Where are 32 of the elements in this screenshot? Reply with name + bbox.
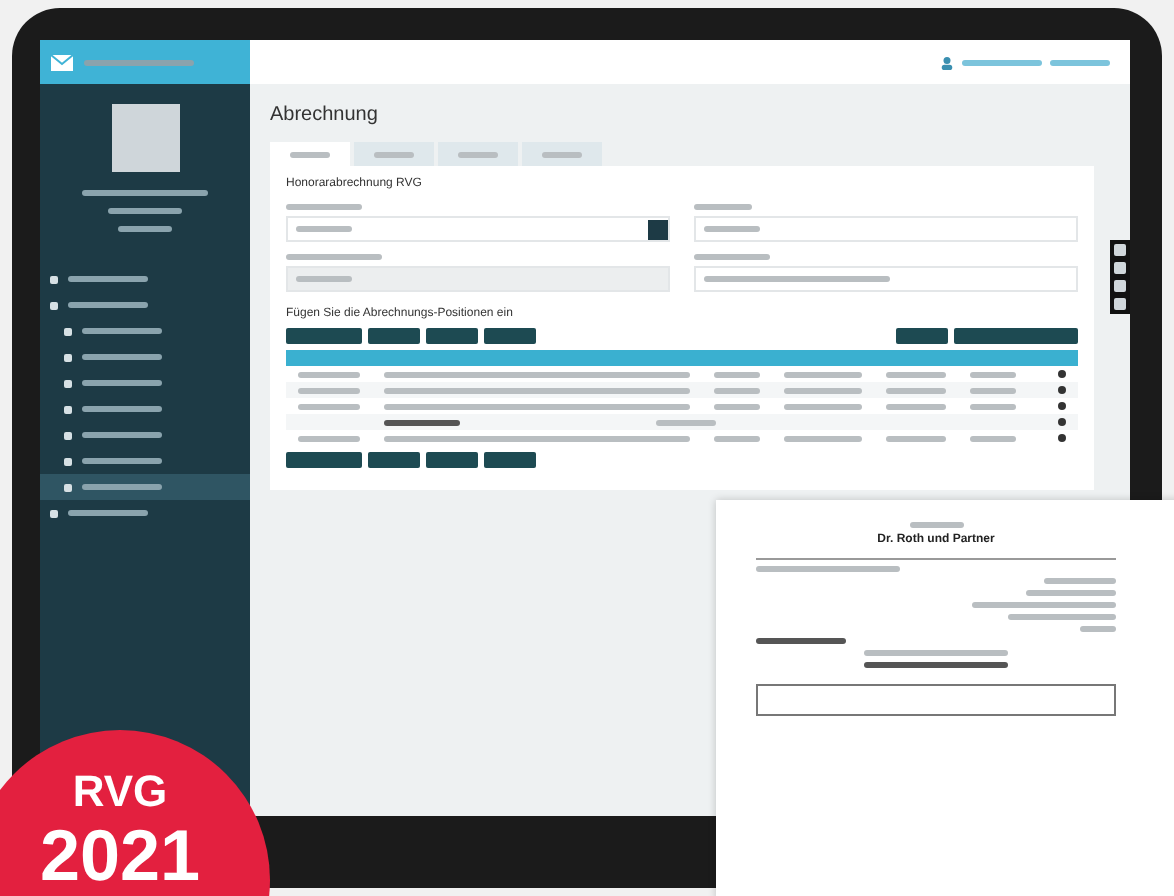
- input-field[interactable]: [286, 216, 670, 242]
- blurred-text: [756, 566, 900, 572]
- blurred-text: [864, 662, 1008, 668]
- avatar-photo-placeholder: [111, 104, 179, 172]
- input-field[interactable]: [286, 266, 670, 292]
- blurred-logo-text: [84, 59, 194, 65]
- dropdown-field[interactable]: [694, 266, 1078, 292]
- blurred-label: [286, 204, 363, 210]
- blurred-text: [1044, 578, 1116, 584]
- blurred-label: [286, 254, 382, 260]
- blurred-text: [108, 208, 182, 214]
- blurred-label: [694, 204, 752, 210]
- blurred-text: [972, 602, 1116, 608]
- input-field[interactable]: [694, 216, 1078, 242]
- user-icon[interactable]: [940, 55, 954, 69]
- badge-year: 2021: [37, 818, 203, 894]
- blurred-link[interactable]: [962, 59, 1042, 65]
- blurred-text: [1026, 590, 1116, 596]
- badge-label: RVG: [70, 766, 170, 818]
- blurred-text: [118, 226, 172, 232]
- blurred-text: [756, 638, 846, 644]
- blurred-label: [694, 254, 771, 260]
- page-title: Abrechnung: [270, 104, 380, 126]
- blurred-text: [1080, 626, 1116, 632]
- blurred-text: [82, 190, 208, 196]
- blurred-text: [909, 522, 963, 528]
- envelope-icon: [50, 53, 74, 71]
- blurred-text: [864, 650, 1008, 656]
- tab[interactable]: [270, 142, 350, 166]
- sidebar-menu-item[interactable]: [40, 474, 250, 500]
- blurred-link[interactable]: [1050, 59, 1110, 65]
- blurred-text: [1008, 614, 1116, 620]
